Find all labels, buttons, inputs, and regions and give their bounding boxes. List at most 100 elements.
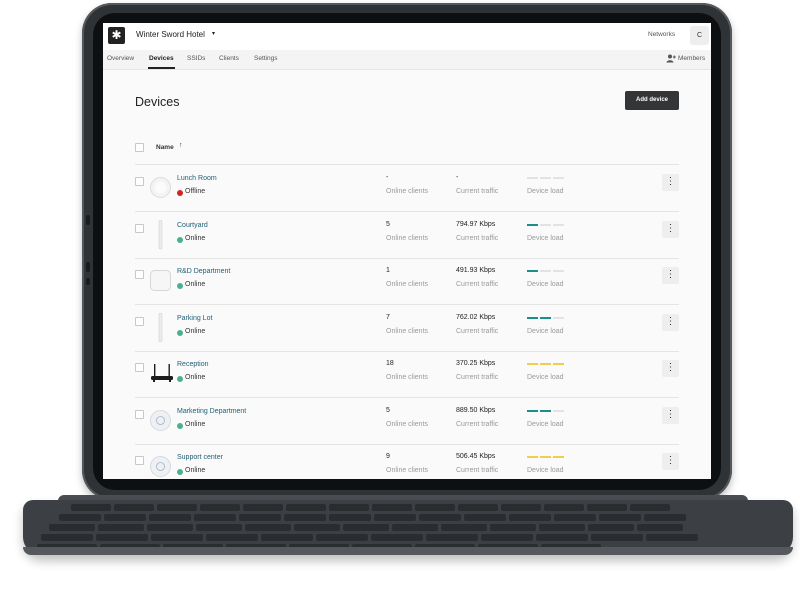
- active-tab-indicator: [148, 67, 175, 69]
- tab-ssids[interactable]: SSIDs: [187, 55, 205, 62]
- online-clients-value: 1: [386, 267, 390, 274]
- table-row[interactable]: Reception Online 18 Online clients 370.2…: [103, 351, 711, 398]
- table-row[interactable]: Lunch Room Offline - Online clients - Cu…: [103, 165, 711, 212]
- table-row[interactable]: Courtyard Online 5 Online clients 794.97…: [103, 212, 711, 259]
- online-clients-label: Online clients: [386, 374, 429, 381]
- row-menu-button[interactable]: ⋮: [662, 267, 679, 284]
- current-traffic-value: 491.93 Kbps: [456, 267, 496, 274]
- row-menu-button[interactable]: ⋮: [662, 360, 679, 377]
- device-thumbnail: [150, 312, 171, 342]
- load-segment: [540, 409, 551, 412]
- row-checkbox[interactable]: [135, 456, 144, 465]
- load-segment: [553, 223, 564, 226]
- row-checkbox[interactable]: [135, 409, 144, 419]
- device-load-label: Device load: [527, 374, 564, 381]
- device-thumbnail: [150, 270, 171, 291]
- network-selector-label[interactable]: Winter Sword Hotel: [136, 30, 205, 39]
- keyboard-key: [490, 524, 536, 531]
- device-name-link[interactable]: Marketing Department: [177, 408, 246, 415]
- table-row[interactable]: Marketing Department Online 5 Online cli…: [103, 398, 711, 445]
- device-status: Online: [185, 281, 206, 288]
- device-thumbnail: [150, 219, 171, 249]
- keyboard-key: [599, 514, 641, 521]
- row-checkbox[interactable]: [135, 316, 144, 326]
- online-clients-value: 18: [386, 360, 394, 367]
- avatar[interactable]: C: [690, 26, 709, 45]
- status-dot: [177, 236, 183, 243]
- device-load-label: Device load: [527, 327, 564, 335]
- row-checkbox[interactable]: [135, 223, 144, 233]
- sort-ascending-icon[interactable]: ↑: [179, 142, 183, 149]
- current-traffic-label: Current traffic: [456, 281, 499, 288]
- device-status: Online: [185, 420, 206, 428]
- device-load-label: Device load: [527, 188, 564, 195]
- keyboard-key: [329, 504, 369, 511]
- current-traffic-label: Current traffic: [456, 327, 499, 335]
- online-clients-label: Online clients: [386, 420, 429, 428]
- current-traffic-label: Current traffic: [456, 374, 499, 381]
- table-row[interactable]: Support center Online 9 Online clients 5…: [103, 444, 711, 479]
- keyboard-key: [49, 524, 95, 531]
- device-load-bar: [527, 177, 564, 179]
- keyboard-key: [343, 524, 389, 531]
- load-segment: [540, 456, 551, 458]
- row-menu-button[interactable]: ⋮: [662, 174, 679, 191]
- keyboard-key: [239, 514, 281, 521]
- table-row[interactable]: Parking Lot Online 7 Online clients 762.…: [103, 305, 711, 352]
- keyboard-key: [587, 504, 627, 511]
- tab-settings[interactable]: Settings: [254, 55, 278, 62]
- keyboard-key: [464, 514, 506, 521]
- tab-devices[interactable]: Devices: [149, 55, 174, 62]
- device-name-link[interactable]: Courtyard: [177, 222, 208, 229]
- row-menu-button[interactable]: ⋮: [662, 313, 679, 331]
- members-link[interactable]: Members: [678, 55, 705, 62]
- row-checkbox[interactable]: [135, 177, 144, 186]
- device-name-link[interactable]: Lunch Room: [177, 175, 217, 182]
- table-row[interactable]: R&D Department Online 1 Online clients 4…: [103, 258, 711, 305]
- current-traffic-value: 370.25 Kbps: [456, 360, 496, 367]
- online-clients-value: 5: [386, 220, 390, 228]
- name-column-header[interactable]: Name: [156, 144, 174, 151]
- row-menu-button[interactable]: ⋮: [662, 406, 679, 424]
- chevron-down-icon[interactable]: ▾: [212, 30, 215, 37]
- tab-overview[interactable]: Overview: [107, 55, 134, 62]
- device-load-bar: [527, 316, 564, 319]
- device-name-link[interactable]: R&D Department: [177, 268, 230, 275]
- keyboard-key: [243, 504, 283, 511]
- row-checkbox[interactable]: [135, 363, 144, 372]
- status-dot: [177, 376, 183, 382]
- row-menu-button[interactable]: ⋮: [662, 220, 679, 238]
- select-all-checkbox[interactable]: [135, 143, 144, 152]
- tab-clients[interactable]: Clients: [219, 55, 239, 62]
- keyboard-key: [588, 524, 634, 531]
- keyboard-key: [544, 504, 584, 511]
- brand-logo-icon[interactable]: ✱: [108, 27, 125, 44]
- current-traffic-value: 762.02 Kbps: [456, 313, 496, 321]
- keyboard-key: [294, 524, 340, 531]
- device-thumbnail: [150, 363, 173, 384]
- add-device-button[interactable]: Add device: [625, 91, 679, 110]
- device-load-label: Device load: [527, 420, 564, 428]
- keyboard-key: [458, 504, 498, 511]
- keyboard-key: [536, 534, 588, 541]
- networks-link[interactable]: Networks: [648, 31, 675, 38]
- row-checkbox[interactable]: [135, 270, 144, 279]
- device-name-link[interactable]: Parking Lot: [177, 315, 212, 322]
- keyboard-key: [194, 514, 236, 521]
- keyboard-key: [200, 504, 240, 511]
- keyboard-key: [392, 524, 438, 531]
- device-status: Online: [185, 467, 206, 474]
- device-name-link[interactable]: Support center: [177, 454, 223, 461]
- online-clients-label: Online clients: [386, 188, 429, 195]
- row-menu-button[interactable]: ⋮: [662, 453, 679, 470]
- load-segment: [527, 316, 538, 319]
- current-traffic-value: -: [456, 174, 459, 181]
- device-thumbnail: [150, 456, 171, 477]
- keyboard-key: [646, 534, 698, 541]
- device-load-bar: [527, 223, 564, 226]
- device-status: Online: [185, 374, 206, 381]
- keyboard-key: [96, 534, 148, 541]
- device-name-link[interactable]: Reception: [177, 361, 209, 368]
- device-load-label: Device load: [527, 281, 564, 288]
- current-traffic-value: 794.97 Kbps: [456, 220, 496, 228]
